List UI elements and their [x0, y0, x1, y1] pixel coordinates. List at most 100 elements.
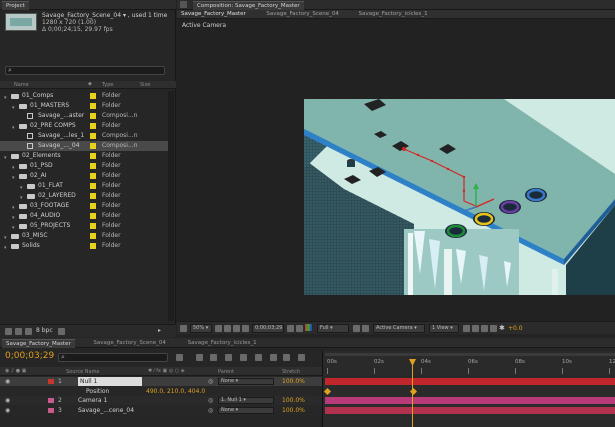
timeline-icon[interactable]	[481, 325, 488, 332]
playhead-line[interactable]	[412, 364, 413, 427]
project-folder-item[interactable]: ▾ 04_AUDIO Folder	[0, 211, 168, 221]
timeline-current-time[interactable]: 0;00;03;29	[5, 351, 54, 361]
timeline-search-input[interactable]: ⌕	[58, 353, 168, 362]
label-color-swatch[interactable]	[90, 173, 96, 179]
layer-duration-bar[interactable]	[325, 378, 615, 385]
new-folder-icon[interactable]	[15, 328, 22, 335]
disclosure-triangle-icon[interactable]: ▾	[4, 243, 7, 253]
label-color-swatch[interactable]	[90, 223, 96, 229]
stretch-value[interactable]: 100.0%	[282, 406, 305, 415]
project-folder-item[interactable]: ▾ 01_MASTERS Folder	[0, 101, 168, 111]
project-search-input[interactable]: ⌕	[5, 66, 165, 75]
parent-pickwhip-icon[interactable]: ◎	[208, 377, 213, 386]
project-folder-item[interactable]: ▾ 05_PROJECTS Folder	[0, 221, 168, 231]
project-folder-item[interactable]: ▾ 02_LAYERED Folder	[0, 191, 168, 201]
label-color-swatch[interactable]	[90, 193, 96, 199]
exposure-value[interactable]: +0.0	[508, 325, 523, 332]
time-ruler[interactable]: 00s 02s 04s 06s 08s 10s 12s	[322, 351, 615, 376]
project-folder-item[interactable]: ▾ Solids Folder	[0, 241, 168, 251]
tab-project[interactable]: Project	[2, 1, 29, 10]
layer-name[interactable]: Position	[86, 387, 150, 396]
column-name[interactable]: Name	[14, 82, 29, 88]
video-visibility-icon[interactable]: ◉	[5, 396, 10, 405]
composition-subtab[interactable]: Savage_Factory_icicles_1	[359, 11, 428, 17]
color-channel-icon[interactable]	[305, 324, 312, 331]
live-update-icon[interactable]	[196, 354, 203, 361]
zoom-dropdown[interactable]: 50% ▾	[190, 324, 212, 333]
label-color-swatch[interactable]	[90, 153, 96, 159]
show-snapshot-icon[interactable]	[296, 325, 303, 332]
composition-lock-icon[interactable]	[180, 1, 187, 8]
parent-pickwhip-icon[interactable]: ◎	[208, 406, 213, 415]
property-row[interactable]: Position 490.0, 210.0, 404.0	[0, 386, 322, 396]
label-color-swatch[interactable]	[90, 213, 96, 219]
column-size[interactable]: Size	[140, 82, 150, 88]
label-color-swatch[interactable]	[90, 93, 96, 99]
label-color-swatch[interactable]	[90, 113, 96, 119]
flowchart-icon[interactable]	[490, 325, 497, 332]
layer-row[interactable]: ◉ 3 Savage_...cene_04 ◎ None ▾ 100.0%	[0, 405, 322, 415]
comp-canvas[interactable]	[304, 99, 615, 295]
project-comp-item[interactable]: Savage_...aster Composi...n	[0, 111, 168, 121]
current-time-display[interactable]: 0;00;03;29	[252, 324, 284, 333]
bpc-button[interactable]: 8 bpc	[36, 327, 53, 334]
timeline-tab[interactable]: Savage_Factory_Scene_04	[89, 339, 169, 348]
label-color-swatch[interactable]	[90, 163, 96, 169]
label-color-swatch[interactable]	[90, 243, 96, 249]
interpret-footage-icon[interactable]	[5, 328, 12, 335]
draft-3d-icon[interactable]	[210, 354, 217, 361]
column-type[interactable]: Type	[102, 82, 113, 88]
project-comp-item[interactable]: Savage_..._04 Composi...n	[0, 141, 168, 151]
column-stretch[interactable]: Stretch	[282, 369, 300, 375]
project-comp-item[interactable]: Savage_...les_1 Composi...n	[0, 131, 168, 141]
project-folder-item[interactable]: ▾ 02_Elements Folder	[0, 151, 168, 161]
composition-subtab[interactable]: Savage_Factory_Scene_04	[266, 11, 338, 17]
project-scrollbar[interactable]	[168, 91, 174, 321]
frame-blending-icon[interactable]	[240, 354, 247, 361]
label-color-swatch[interactable]	[90, 183, 96, 189]
project-folder-item[interactable]: ▾ 01_PSD Folder	[0, 161, 168, 171]
comp-mini-flowchart-icon[interactable]	[176, 354, 183, 361]
project-folder-item[interactable]: ▾ 02_PRE COMPS Folder	[0, 121, 168, 131]
resolution-dropdown[interactable]: Full ▾	[317, 324, 349, 333]
layer-label-color[interactable]	[48, 379, 54, 384]
label-color-swatch[interactable]	[90, 133, 96, 139]
snapshot-icon[interactable]	[233, 325, 240, 332]
layer-label-color[interactable]	[48, 398, 54, 403]
timeline-tab[interactable]: Savage_Factory_Master	[2, 339, 75, 348]
composition-subtab[interactable]: Savage_Factory_Master	[181, 11, 246, 17]
composition-panel-title[interactable]: Composition: Savage_Factory_Master	[193, 1, 304, 10]
layer-name[interactable]: Camera 1	[78, 396, 142, 405]
label-color-swatch[interactable]	[90, 103, 96, 109]
camera-snapshot-icon[interactable]	[287, 325, 294, 332]
parent-dropdown[interactable]: None ▾	[218, 406, 274, 414]
auto-keyframe-icon[interactable]	[283, 354, 290, 361]
graph-editor-icon[interactable]	[298, 354, 305, 361]
layer-row[interactable]: ◉ 1 Null 1 ◎ None ▾ 100.0%	[0, 377, 322, 386]
layer-label-color[interactable]	[48, 407, 54, 413]
video-visibility-icon[interactable]: ◉	[5, 406, 10, 415]
scroll-right-icon[interactable]: ▸	[158, 327, 161, 334]
position-value[interactable]: 490.0, 210.0, 404.0	[146, 387, 205, 396]
3d-view-dropdown[interactable]: Active Camera ▾	[373, 324, 425, 333]
toggle-pixel-aspect-icon[interactable]	[463, 325, 470, 332]
grid-icon[interactable]	[224, 325, 231, 332]
project-folder-item[interactable]: ▾ 03_MISC Folder	[0, 231, 168, 241]
column-source-name[interactable]: Source Name	[66, 369, 100, 375]
shy-layers-icon[interactable]	[225, 354, 232, 361]
label-color-swatch[interactable]	[90, 203, 96, 209]
layer-name[interactable]: Savage_...cene_04	[78, 406, 142, 415]
layer-duration-bar[interactable]	[325, 406, 615, 414]
motion-blur-icon[interactable]	[255, 354, 262, 361]
project-folder-item[interactable]: ▾ 01_Comps Folder	[0, 91, 168, 101]
layer-name[interactable]: Null 1	[78, 377, 142, 386]
reset-exposure-icon[interactable]: ✱	[499, 324, 505, 332]
layer-row[interactable]: ◉ 2 Camera 1 ◎ 1. Null 1 ▾ 100.0%	[0, 396, 322, 405]
video-visibility-icon[interactable]: ◉	[5, 377, 10, 386]
parent-pickwhip-icon[interactable]: ◎	[208, 396, 213, 405]
view-layout-dropdown[interactable]: 1 View ▾	[429, 324, 459, 333]
new-composition-icon[interactable]	[25, 328, 32, 335]
brainstorm-icon[interactable]	[270, 354, 277, 361]
always-preview-icon[interactable]	[180, 325, 187, 332]
timeline-tab[interactable]: Savage_Factory_icicles_1	[184, 339, 261, 348]
